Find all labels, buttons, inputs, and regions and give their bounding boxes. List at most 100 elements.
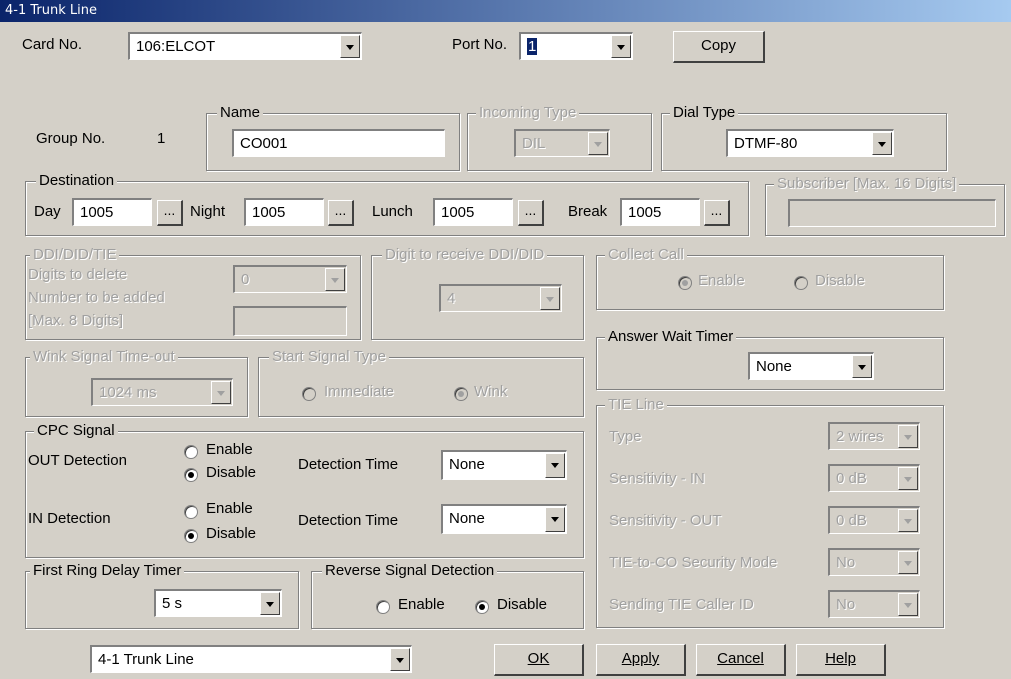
ok-button[interactable]: OK <box>494 644 584 676</box>
chevron-down-icon[interactable] <box>540 287 560 310</box>
chevron-down-icon[interactable] <box>211 381 231 404</box>
copy-button-label: Copy <box>700 37 737 54</box>
digits-to-delete-select[interactable]: 0 <box>233 265 347 293</box>
break-browse-button[interactable]: ... <box>704 200 730 226</box>
chevron-down-icon[interactable] <box>898 467 918 490</box>
chevron-down-icon[interactable] <box>898 593 918 616</box>
cpc-signal-legend: CPC Signal <box>34 422 118 440</box>
day-input[interactable]: 1005 <box>72 198 152 226</box>
day-label: Day <box>34 203 61 220</box>
sensitivity-out-value: 0 dB <box>836 512 867 529</box>
first-ring-legend: First Ring Delay Timer <box>30 562 185 580</box>
card-no-value: 106:ELCOT <box>136 38 216 55</box>
in-detection-enable-radio[interactable] <box>184 505 198 519</box>
subscriber-legend: Subscriber [Max. 16 Digits] <box>774 175 960 193</box>
name-value: CO001 <box>240 135 288 152</box>
chevron-down-icon[interactable] <box>545 453 565 478</box>
help-button[interactable]: Help <box>796 644 886 676</box>
tie-line-legend: TIE Line <box>605 396 667 414</box>
caller-id-select[interactable]: No <box>828 590 920 618</box>
collect-call-disable-radio[interactable] <box>794 276 808 290</box>
cpc-signal-group: CPC Signal OUT Detection Enable Disable … <box>25 422 584 558</box>
page-select-value: 4-1 Trunk Line <box>98 651 194 668</box>
answer-wait-select[interactable]: None <box>748 352 874 380</box>
first-ring-select[interactable]: 5 s <box>154 589 282 617</box>
sensitivity-in-label: Sensitivity - IN <box>609 470 705 487</box>
number-to-add-input[interactable] <box>233 306 347 336</box>
card-no-select[interactable]: 106:ELCOT <box>128 32 362 60</box>
night-input[interactable]: 1005 <box>244 198 324 226</box>
group-no-label: Group No. <box>36 130 106 147</box>
in-detection-disable-radio[interactable] <box>184 529 198 543</box>
caller-id-value: No <box>836 596 856 613</box>
incoming-type-select[interactable]: DIL <box>514 129 610 157</box>
security-mode-select[interactable]: No <box>828 548 920 576</box>
chevron-down-icon[interactable] <box>898 425 918 448</box>
chevron-down-icon[interactable] <box>390 648 410 671</box>
chevron-down-icon[interactable] <box>898 551 918 574</box>
lunch-browse-button[interactable]: ... <box>518 200 544 226</box>
digit-receive-select[interactable]: 4 <box>439 284 562 312</box>
chevron-down-icon[interactable] <box>545 507 565 532</box>
dial-type-select[interactable]: DTMF-80 <box>726 129 894 157</box>
chevron-down-icon[interactable] <box>872 132 892 155</box>
destination-group: Destination Day 1005 ... Night 1005 ... … <box>25 172 749 236</box>
page-select[interactable]: 4-1 Trunk Line <box>90 645 412 673</box>
first-ring-group: First Ring Delay Timer 5 s <box>25 562 299 629</box>
out-detection-time-select[interactable]: None <box>441 450 567 480</box>
name-legend: Name <box>217 104 264 122</box>
caller-id-label: Sending TIE Caller ID <box>609 596 754 613</box>
chevron-down-icon[interactable] <box>611 35 631 58</box>
day-value: 1005 <box>80 204 114 221</box>
tie-type-select[interactable]: 2 wires <box>828 422 920 450</box>
start-signal-wink-radio[interactable] <box>454 387 468 401</box>
sensitivity-in-select[interactable]: 0 dB <box>828 464 920 492</box>
start-signal-wink-label: Wink <box>474 383 508 400</box>
collect-call-group: Collect Call Enable Disable <box>596 246 944 310</box>
reverse-disable-radio[interactable] <box>475 600 489 614</box>
out-detection-time-value: None <box>449 456 485 473</box>
chevron-down-icon[interactable] <box>325 268 345 291</box>
window-title: 4-1 Trunk Line <box>5 3 97 18</box>
start-signal-immediate-radio[interactable] <box>302 387 316 401</box>
chevron-down-icon[interactable] <box>340 35 360 58</box>
chevron-down-icon[interactable] <box>852 355 872 378</box>
out-detection-label: OUT Detection <box>28 452 127 469</box>
dial-type-value: DTMF-80 <box>734 135 798 152</box>
copy-button[interactable]: Copy <box>673 31 765 63</box>
reverse-enable-radio[interactable] <box>376 600 390 614</box>
group-no-value: 1 <box>157 130 166 147</box>
start-signal-group: Start Signal Type Immediate Wink <box>258 348 584 417</box>
chevron-down-icon[interactable] <box>588 132 608 155</box>
chevron-down-icon[interactable] <box>898 509 918 532</box>
number-to-add-max-label: [Max. 8 Digits] <box>28 312 124 329</box>
reverse-signal-legend: Reverse Signal Detection <box>322 562 498 580</box>
night-browse-button[interactable]: ... <box>328 200 354 226</box>
security-mode-label: TIE-to-CO Security Mode <box>609 554 778 571</box>
reverse-disable-label: Disable <box>497 596 548 613</box>
out-detection-disable-radio[interactable] <box>184 468 198 482</box>
incoming-type-group: Incoming Type DIL <box>467 104 652 171</box>
day-browse-button[interactable]: ... <box>157 200 183 226</box>
break-input[interactable]: 1005 <box>620 198 700 226</box>
digit-receive-legend: Digit to receive DDI/DID <box>382 246 548 264</box>
wink-timeout-select[interactable]: 1024 ms <box>91 378 233 406</box>
in-detection-time-select[interactable]: None <box>441 504 567 534</box>
answer-wait-group: Answer Wait Timer None <box>596 328 944 390</box>
lunch-label: Lunch <box>372 203 413 220</box>
chevron-down-icon[interactable] <box>260 592 280 615</box>
apply-button-label: Apply <box>621 650 660 667</box>
collect-call-legend: Collect Call <box>605 246 687 264</box>
sensitivity-out-select[interactable]: 0 dB <box>828 506 920 534</box>
port-no-select[interactable]: 1 <box>519 32 633 60</box>
name-input[interactable]: CO001 <box>232 129 445 157</box>
ddi-group: DDI/DID/TIE Digits to delete 0 Number to… <box>25 246 361 340</box>
port-no-value: 1 <box>527 38 538 55</box>
collect-call-enable-radio[interactable] <box>678 276 692 290</box>
cancel-button[interactable]: Cancel <box>696 644 786 676</box>
out-detection-enable-radio[interactable] <box>184 445 198 459</box>
subscriber-input[interactable] <box>788 199 996 227</box>
lunch-input[interactable]: 1005 <box>433 198 513 226</box>
wink-timeout-value: 1024 ms <box>99 384 157 401</box>
apply-button[interactable]: Apply <box>596 644 686 676</box>
